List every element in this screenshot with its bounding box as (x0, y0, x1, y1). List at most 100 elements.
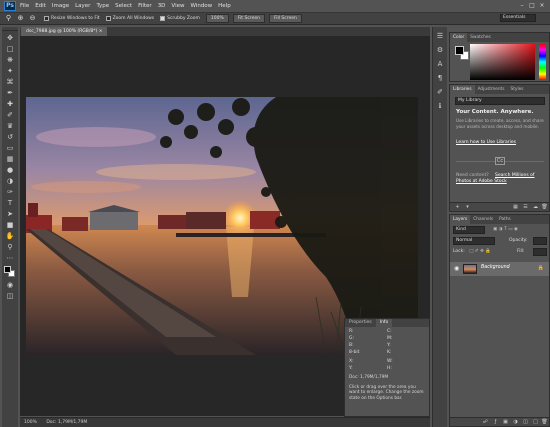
layer-mask-icon[interactable]: ▣ (502, 419, 509, 425)
menu-file[interactable]: File (20, 3, 29, 9)
close-window-button[interactable]: × (538, 2, 546, 9)
library-options-icon[interactable]: ▾ (464, 204, 471, 210)
shape-tool-icon[interactable]: ■ (4, 221, 16, 230)
foreground-color-swatch[interactable] (4, 266, 11, 273)
brush-tool-icon[interactable]: ✐ (4, 111, 16, 120)
character-panel-icon[interactable]: A (435, 60, 445, 69)
tab-color[interactable]: Color (450, 33, 468, 42)
blur-tool-icon[interactable]: ● (4, 166, 16, 175)
zoom-100-button[interactable]: 100% (205, 14, 229, 23)
tools-grip[interactable] (2, 27, 18, 31)
hue-slider[interactable] (539, 44, 546, 80)
brush-panel-icon[interactable]: ✐ (435, 88, 445, 97)
fill-field[interactable] (533, 248, 547, 256)
menu-filter[interactable]: Filter (138, 3, 152, 9)
type-tool-icon[interactable]: T (4, 199, 16, 208)
hand-tool-icon[interactable]: ✋ (4, 232, 16, 241)
link-layers-icon[interactable]: ☍ (482, 419, 489, 425)
screen-mode-icon[interactable]: ◫ (4, 292, 16, 301)
tab-channels[interactable]: Channels (470, 215, 496, 224)
blend-mode-select[interactable]: Normal (453, 237, 495, 245)
pen-tool-icon[interactable]: ✑ (4, 188, 16, 197)
fill-screen-button[interactable]: Fill Screen (268, 14, 302, 23)
cloud-sync-icon[interactable]: ☁ (532, 204, 539, 210)
tab-libraries[interactable]: Libraries (450, 85, 475, 94)
color-swatches[interactable] (3, 265, 17, 277)
layers-panel-tabs: Layers Channels Paths (450, 215, 549, 224)
adjustment-layer-icon[interactable]: ◑ (512, 419, 519, 425)
new-group-icon[interactable]: ◫ (522, 419, 529, 425)
color-picker-field[interactable] (470, 44, 535, 80)
new-layer-icon[interactable]: □ (532, 419, 539, 425)
stock-link[interactable]: Search Millions of (495, 173, 535, 178)
visibility-eye-icon[interactable]: ◉ (454, 265, 459, 272)
fit-screen-button[interactable]: Fit Screen (232, 14, 265, 23)
color-panel-fg-swatch[interactable] (455, 46, 464, 55)
document-image[interactable] (26, 97, 418, 355)
gradient-tool-icon[interactable]: ▦ (4, 155, 16, 164)
grid-view-icon[interactable]: ▦ (512, 204, 519, 210)
lasso-tool-icon[interactable]: ❋ (4, 56, 16, 65)
quick-select-tool-icon[interactable]: ✦ (4, 67, 16, 76)
list-view-icon[interactable]: ☰ (522, 204, 529, 210)
menu-3d[interactable]: 3D (158, 3, 166, 9)
move-tool-icon[interactable]: ✥ (4, 34, 16, 43)
add-content-icon[interactable]: + (454, 204, 461, 210)
history-panel-icon[interactable]: ☰ (435, 32, 445, 41)
scrubby-zoom-checkbox[interactable] (160, 16, 166, 21)
more-tools-icon[interactable]: ⋯ (4, 254, 16, 263)
zoom-tool-icon[interactable]: ⚲ (4, 14, 13, 23)
info-panel-icon[interactable]: ℹ (435, 102, 445, 111)
properties-panel-icon[interactable]: ⚙ (435, 46, 445, 55)
delete-layer-icon[interactable]: 🗑 (541, 419, 548, 425)
tab-properties[interactable]: Properties (345, 319, 376, 327)
opacity-field[interactable] (533, 237, 547, 245)
eyedropper-tool-icon[interactable]: ✒ (4, 89, 16, 98)
tab-styles[interactable]: Styles (507, 85, 526, 94)
resize-windows-checkbox[interactable] (44, 16, 49, 21)
document-tab[interactable]: dsc_7988.jpg @ 100% (RGB/8*) × (21, 27, 108, 36)
menu-window[interactable]: Window (190, 3, 212, 9)
path-select-icon[interactable]: ➤ (4, 210, 16, 219)
workspace-select[interactable]: Essentials (500, 14, 536, 22)
clone-stamp-icon[interactable]: ♛ (4, 122, 16, 131)
menu-type[interactable]: Type (96, 3, 109, 9)
tab-swatches[interactable]: Swatches (467, 33, 494, 42)
tab-paths[interactable]: Paths (496, 215, 514, 224)
zoom-all-checkbox[interactable] (105, 16, 111, 21)
zoom-level[interactable]: 100% (24, 420, 37, 425)
menu-help[interactable]: Help (218, 3, 231, 9)
trash-icon[interactable]: 🗑 (541, 204, 548, 210)
lock-icons[interactable]: □ ✐ ✥ 🔒 (469, 249, 491, 254)
layer-style-icon[interactable]: ƒ (492, 419, 499, 425)
zoom-out-icon[interactable]: ⊖ (28, 14, 37, 23)
quick-mask-icon[interactable]: ◉ (4, 281, 16, 290)
learn-libraries-link[interactable]: Learn how to Use Libraries (456, 140, 516, 145)
kind-filter-select[interactable]: Kind (453, 226, 485, 234)
zoom-tool-icon[interactable]: ⚲ (4, 243, 16, 252)
minimize-button[interactable]: – (518, 2, 526, 9)
library-select[interactable]: My Library (455, 97, 545, 105)
tab-layers[interactable]: Layers (450, 215, 471, 224)
layer-name[interactable]: Background (481, 265, 510, 270)
menu-layer[interactable]: Layer (75, 3, 90, 9)
menu-view[interactable]: View (171, 3, 184, 9)
layer-row-background[interactable]: ◉ Background 🔒 (450, 262, 549, 276)
crop-tool-icon[interactable]: ⌘ (4, 78, 16, 87)
history-brush-icon[interactable]: ↺ (4, 133, 16, 142)
layer-filter-icons[interactable]: ▣ ◑ T ▭ ◉ (493, 226, 518, 234)
menu-select[interactable]: Select (115, 3, 132, 9)
healing-brush-icon[interactable]: ✚ (4, 100, 16, 109)
menu-edit[interactable]: Edit (35, 3, 46, 9)
eraser-tool-icon[interactable]: ▭ (4, 144, 16, 153)
tab-adjustments[interactable]: Adjustments (475, 85, 508, 94)
menu-image[interactable]: Image (52, 3, 69, 9)
zoom-in-icon[interactable]: ⊕ (16, 14, 25, 23)
doc-size-status[interactable]: Doc: 1,79M/1,79M (46, 420, 87, 425)
stock-link-line2[interactable]: Photos at Adobe Stock (456, 179, 507, 184)
tab-info[interactable]: Info (375, 319, 393, 327)
paragraph-panel-icon[interactable]: ¶ (435, 74, 445, 83)
dodge-tool-icon[interactable]: ◑ (4, 177, 16, 186)
marquee-tool-icon[interactable]: □ (4, 45, 16, 54)
maximize-button[interactable]: □ (528, 2, 536, 9)
